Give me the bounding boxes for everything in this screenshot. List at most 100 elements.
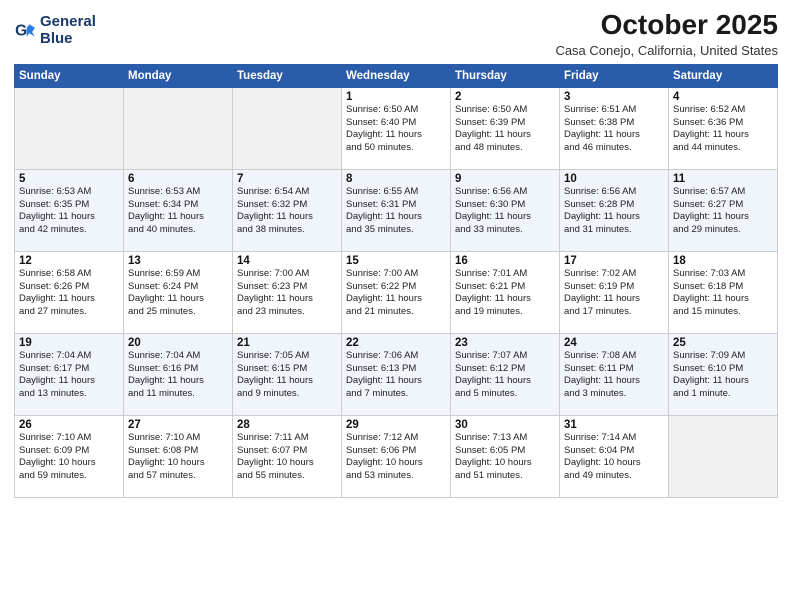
day-info: Sunrise: 7:03 AM Sunset: 6:18 PM Dayligh… [673, 268, 773, 319]
day-info: Sunrise: 6:56 AM Sunset: 6:30 PM Dayligh… [455, 186, 555, 237]
day-info: Sunrise: 6:50 AM Sunset: 6:40 PM Dayligh… [346, 104, 446, 155]
calendar-cell: 3Sunrise: 6:51 AM Sunset: 6:38 PM Daylig… [560, 87, 669, 169]
calendar-cell: 18Sunrise: 7:03 AM Sunset: 6:18 PM Dayli… [669, 251, 778, 333]
calendar-cell [15, 87, 124, 169]
day-info: Sunrise: 7:14 AM Sunset: 6:04 PM Dayligh… [564, 432, 664, 483]
day-number: 15 [346, 255, 446, 267]
calendar-table: SundayMondayTuesdayWednesdayThursdayFrid… [14, 64, 778, 498]
week-row-2: 5Sunrise: 6:53 AM Sunset: 6:35 PM Daylig… [15, 169, 778, 251]
calendar-cell: 20Sunrise: 7:04 AM Sunset: 6:16 PM Dayli… [124, 333, 233, 415]
logo-icon: G [14, 20, 36, 42]
day-info: Sunrise: 7:05 AM Sunset: 6:15 PM Dayligh… [237, 350, 337, 401]
calendar-cell: 15Sunrise: 7:00 AM Sunset: 6:22 PM Dayli… [342, 251, 451, 333]
day-number: 1 [346, 91, 446, 103]
calendar-cell: 30Sunrise: 7:13 AM Sunset: 6:05 PM Dayli… [451, 415, 560, 497]
day-number: 10 [564, 173, 664, 185]
day-number: 12 [19, 255, 119, 267]
day-info: Sunrise: 7:00 AM Sunset: 6:22 PM Dayligh… [346, 268, 446, 319]
day-info: Sunrise: 7:10 AM Sunset: 6:08 PM Dayligh… [128, 432, 228, 483]
day-number: 23 [455, 337, 555, 349]
day-number: 3 [564, 91, 664, 103]
week-row-5: 26Sunrise: 7:10 AM Sunset: 6:09 PM Dayli… [15, 415, 778, 497]
calendar-header: G General Blue October 2025 Casa Conejo,… [14, 10, 778, 58]
calendar-cell: 12Sunrise: 6:58 AM Sunset: 6:26 PM Dayli… [15, 251, 124, 333]
location-title: Casa Conejo, California, United States [555, 43, 778, 58]
day-number: 20 [128, 337, 228, 349]
calendar-cell: 28Sunrise: 7:11 AM Sunset: 6:07 PM Dayli… [233, 415, 342, 497]
day-info: Sunrise: 7:04 AM Sunset: 6:16 PM Dayligh… [128, 350, 228, 401]
calendar-cell: 22Sunrise: 7:06 AM Sunset: 6:13 PM Dayli… [342, 333, 451, 415]
calendar-cell: 27Sunrise: 7:10 AM Sunset: 6:08 PM Dayli… [124, 415, 233, 497]
day-number: 26 [19, 419, 119, 431]
day-number: 22 [346, 337, 446, 349]
day-number: 28 [237, 419, 337, 431]
calendar-cell: 31Sunrise: 7:14 AM Sunset: 6:04 PM Dayli… [560, 415, 669, 497]
calendar-cell: 9Sunrise: 6:56 AM Sunset: 6:30 PM Daylig… [451, 169, 560, 251]
day-info: Sunrise: 7:07 AM Sunset: 6:12 PM Dayligh… [455, 350, 555, 401]
day-info: Sunrise: 6:53 AM Sunset: 6:34 PM Dayligh… [128, 186, 228, 237]
calendar-cell: 23Sunrise: 7:07 AM Sunset: 6:12 PM Dayli… [451, 333, 560, 415]
day-info: Sunrise: 6:51 AM Sunset: 6:38 PM Dayligh… [564, 104, 664, 155]
day-info: Sunrise: 7:01 AM Sunset: 6:21 PM Dayligh… [455, 268, 555, 319]
day-info: Sunrise: 7:13 AM Sunset: 6:05 PM Dayligh… [455, 432, 555, 483]
day-info: Sunrise: 6:54 AM Sunset: 6:32 PM Dayligh… [237, 186, 337, 237]
calendar-cell: 26Sunrise: 7:10 AM Sunset: 6:09 PM Dayli… [15, 415, 124, 497]
calendar-cell: 7Sunrise: 6:54 AM Sunset: 6:32 PM Daylig… [233, 169, 342, 251]
day-number: 29 [346, 419, 446, 431]
day-info: Sunrise: 7:10 AM Sunset: 6:09 PM Dayligh… [19, 432, 119, 483]
day-number: 19 [19, 337, 119, 349]
day-number: 8 [346, 173, 446, 185]
day-number: 31 [564, 419, 664, 431]
calendar-cell: 1Sunrise: 6:50 AM Sunset: 6:40 PM Daylig… [342, 87, 451, 169]
day-number: 27 [128, 419, 228, 431]
day-number: 24 [564, 337, 664, 349]
weekday-friday: Friday [560, 64, 669, 87]
calendar-cell [669, 415, 778, 497]
calendar-cell: 5Sunrise: 6:53 AM Sunset: 6:35 PM Daylig… [15, 169, 124, 251]
week-row-1: 1Sunrise: 6:50 AM Sunset: 6:40 PM Daylig… [15, 87, 778, 169]
day-info: Sunrise: 6:53 AM Sunset: 6:35 PM Dayligh… [19, 186, 119, 237]
title-block: October 2025 Casa Conejo, California, Un… [555, 10, 778, 58]
day-number: 4 [673, 91, 773, 103]
calendar-cell: 8Sunrise: 6:55 AM Sunset: 6:31 PM Daylig… [342, 169, 451, 251]
week-row-4: 19Sunrise: 7:04 AM Sunset: 6:17 PM Dayli… [15, 333, 778, 415]
day-number: 16 [455, 255, 555, 267]
day-info: Sunrise: 6:55 AM Sunset: 6:31 PM Dayligh… [346, 186, 446, 237]
calendar-cell: 16Sunrise: 7:01 AM Sunset: 6:21 PM Dayli… [451, 251, 560, 333]
weekday-tuesday: Tuesday [233, 64, 342, 87]
weekday-sunday: Sunday [15, 64, 124, 87]
day-info: Sunrise: 6:56 AM Sunset: 6:28 PM Dayligh… [564, 186, 664, 237]
day-info: Sunrise: 7:06 AM Sunset: 6:13 PM Dayligh… [346, 350, 446, 401]
calendar-cell: 17Sunrise: 7:02 AM Sunset: 6:19 PM Dayli… [560, 251, 669, 333]
day-info: Sunrise: 7:11 AM Sunset: 6:07 PM Dayligh… [237, 432, 337, 483]
calendar-cell: 29Sunrise: 7:12 AM Sunset: 6:06 PM Dayli… [342, 415, 451, 497]
day-number: 17 [564, 255, 664, 267]
day-number: 11 [673, 173, 773, 185]
day-number: 9 [455, 173, 555, 185]
day-number: 13 [128, 255, 228, 267]
day-info: Sunrise: 7:08 AM Sunset: 6:11 PM Dayligh… [564, 350, 664, 401]
day-number: 7 [237, 173, 337, 185]
svg-text:G: G [15, 22, 27, 39]
calendar-cell: 11Sunrise: 6:57 AM Sunset: 6:27 PM Dayli… [669, 169, 778, 251]
logo-text: General Blue [40, 14, 96, 47]
calendar-cell: 4Sunrise: 6:52 AM Sunset: 6:36 PM Daylig… [669, 87, 778, 169]
calendar-cell [233, 87, 342, 169]
day-info: Sunrise: 7:04 AM Sunset: 6:17 PM Dayligh… [19, 350, 119, 401]
calendar-cell: 25Sunrise: 7:09 AM Sunset: 6:10 PM Dayli… [669, 333, 778, 415]
calendar-cell: 19Sunrise: 7:04 AM Sunset: 6:17 PM Dayli… [15, 333, 124, 415]
calendar-cell: 13Sunrise: 6:59 AM Sunset: 6:24 PM Dayli… [124, 251, 233, 333]
week-row-3: 12Sunrise: 6:58 AM Sunset: 6:26 PM Dayli… [15, 251, 778, 333]
weekday-saturday: Saturday [669, 64, 778, 87]
day-number: 6 [128, 173, 228, 185]
weekday-thursday: Thursday [451, 64, 560, 87]
day-number: 2 [455, 91, 555, 103]
day-info: Sunrise: 6:58 AM Sunset: 6:26 PM Dayligh… [19, 268, 119, 319]
day-info: Sunrise: 6:59 AM Sunset: 6:24 PM Dayligh… [128, 268, 228, 319]
day-number: 14 [237, 255, 337, 267]
day-number: 18 [673, 255, 773, 267]
day-number: 30 [455, 419, 555, 431]
calendar-cell: 6Sunrise: 6:53 AM Sunset: 6:34 PM Daylig… [124, 169, 233, 251]
month-title: October 2025 [555, 10, 778, 41]
day-number: 5 [19, 173, 119, 185]
